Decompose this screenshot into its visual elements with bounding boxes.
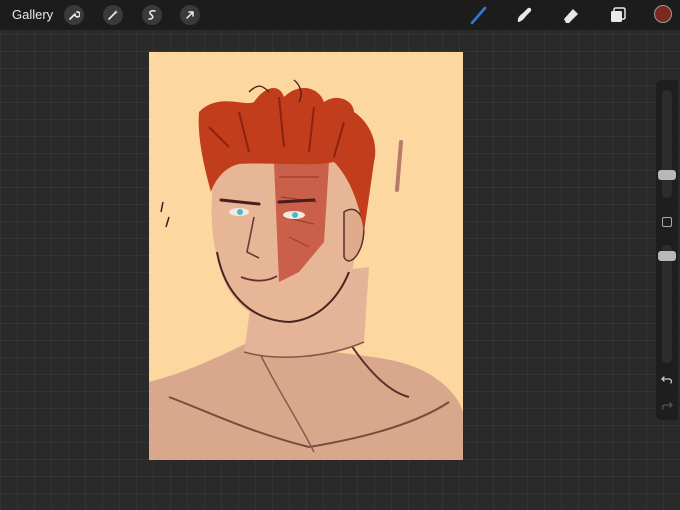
eraser-icon[interactable] — [560, 4, 582, 26]
drawing-canvas[interactable] — [149, 52, 463, 460]
modify-button[interactable] — [662, 217, 672, 227]
brush-size-thumb[interactable] — [658, 170, 676, 180]
top-toolbar: Gallery — [0, 0, 680, 30]
redo-icon[interactable] — [660, 398, 674, 412]
brush-icon[interactable] — [468, 4, 490, 26]
brush-sidebar — [656, 80, 678, 420]
undo-icon[interactable] — [660, 372, 674, 386]
layers-icon[interactable] — [607, 4, 629, 26]
opacity-thumb[interactable] — [658, 251, 676, 261]
magic-wand-icon[interactable] — [103, 5, 123, 25]
portrait-painting — [149, 52, 463, 460]
opacity-slider[interactable] — [658, 245, 676, 363]
gallery-button[interactable]: Gallery — [12, 7, 53, 22]
transform-arrow-icon[interactable] — [180, 5, 200, 25]
smudge-icon[interactable] — [513, 4, 535, 26]
color-picker-button[interactable] — [654, 5, 672, 23]
brush-size-slider[interactable] — [658, 90, 676, 198]
selection-icon[interactable] — [142, 5, 162, 25]
wrench-icon[interactable] — [64, 5, 84, 25]
